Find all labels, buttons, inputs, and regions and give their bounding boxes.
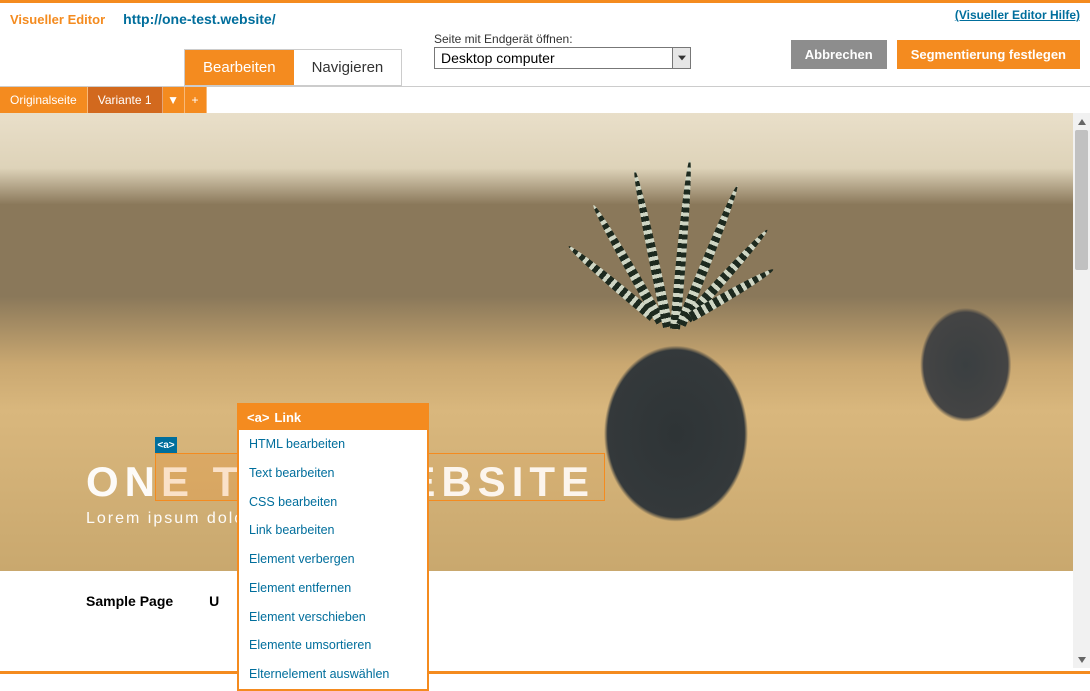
selection-tag-badge: <a> — [155, 437, 177, 453]
device-label: Seite mit Endgerät öffnen: — [434, 32, 691, 46]
page-nav: Sample Page U — [0, 571, 1073, 668]
tab-edit[interactable]: Bearbeiten — [185, 50, 294, 85]
variant-tabs: Originalseite Variante 1 ▼ + — [0, 87, 1090, 113]
page-url: http://one-test.website/ — [123, 11, 275, 27]
segment-button[interactable]: Segmentierung festlegen — [897, 40, 1080, 69]
ctx-css-edit[interactable]: CSS bearbeiten — [239, 488, 427, 517]
scroll-down-icon[interactable] — [1073, 651, 1090, 668]
vertical-scrollbar[interactable] — [1073, 113, 1090, 668]
device-selected-value: Desktop computer — [435, 48, 672, 68]
mode-tabs: Bearbeiten Navigieren — [184, 49, 402, 86]
ctx-text-edit[interactable]: Text bearbeiten — [239, 459, 427, 488]
device-select[interactable]: Desktop computer — [434, 47, 691, 69]
context-label: Link — [274, 410, 301, 425]
nav-item-sample[interactable]: Sample Page — [86, 593, 173, 646]
plant-graphic — [568, 137, 768, 347]
selection-highlight — [155, 453, 238, 501]
context-menu-header: <a> Link — [239, 405, 427, 430]
tab-navigate[interactable]: Navigieren — [294, 50, 402, 85]
variant-1[interactable]: Variante 1 — [88, 87, 163, 113]
ctx-move[interactable]: Element verschieben — [239, 603, 427, 632]
hero-section: ONE TEST WEBSITE Lorem ipsum dolor s <a> — [0, 113, 1073, 571]
context-tag: <a> — [247, 410, 269, 425]
variant-add[interactable]: + — [185, 87, 207, 113]
top-bar: Visueller Editor http://one-test.website… — [0, 3, 1090, 27]
variant-original[interactable]: Originalseite — [0, 87, 88, 113]
device-selector: Seite mit Endgerät öffnen: Desktop compu… — [434, 32, 691, 69]
toolbar: Bearbeiten Navigieren Seite mit Endgerät… — [0, 27, 1090, 87]
scroll-track[interactable] — [1073, 130, 1090, 651]
editor-title: Visueller Editor — [10, 12, 105, 27]
ctx-html-edit[interactable]: HTML bearbeiten — [239, 430, 427, 459]
ctx-remove[interactable]: Element entfernen — [239, 574, 427, 603]
context-menu: <a> Link HTML bearbeiten Text bearbeiten… — [237, 403, 429, 691]
ctx-hide[interactable]: Element verbergen — [239, 545, 427, 574]
ctx-parent[interactable]: Elternelement auswählen — [239, 660, 427, 689]
chevron-down-icon[interactable] — [672, 48, 690, 68]
preview-canvas[interactable]: ONE TEST WEBSITE Lorem ipsum dolor s <a>… — [0, 113, 1073, 668]
action-buttons: Abbrechen Segmentierung festlegen — [791, 40, 1080, 69]
help-link[interactable]: (Visueller Editor Hilfe) — [955, 8, 1080, 22]
variant-dropdown[interactable]: ▼ — [163, 87, 185, 113]
cancel-button[interactable]: Abbrechen — [791, 40, 887, 69]
ctx-link-edit[interactable]: Link bearbeiten — [239, 516, 427, 545]
ctx-reorder[interactable]: Elemente umsortieren — [239, 631, 427, 660]
scroll-thumb[interactable] — [1075, 130, 1088, 270]
nav-item-2[interactable]: U — [209, 593, 219, 646]
preview-area: ONE TEST WEBSITE Lorem ipsum dolor s <a>… — [0, 113, 1090, 668]
scroll-up-icon[interactable] — [1073, 113, 1090, 130]
